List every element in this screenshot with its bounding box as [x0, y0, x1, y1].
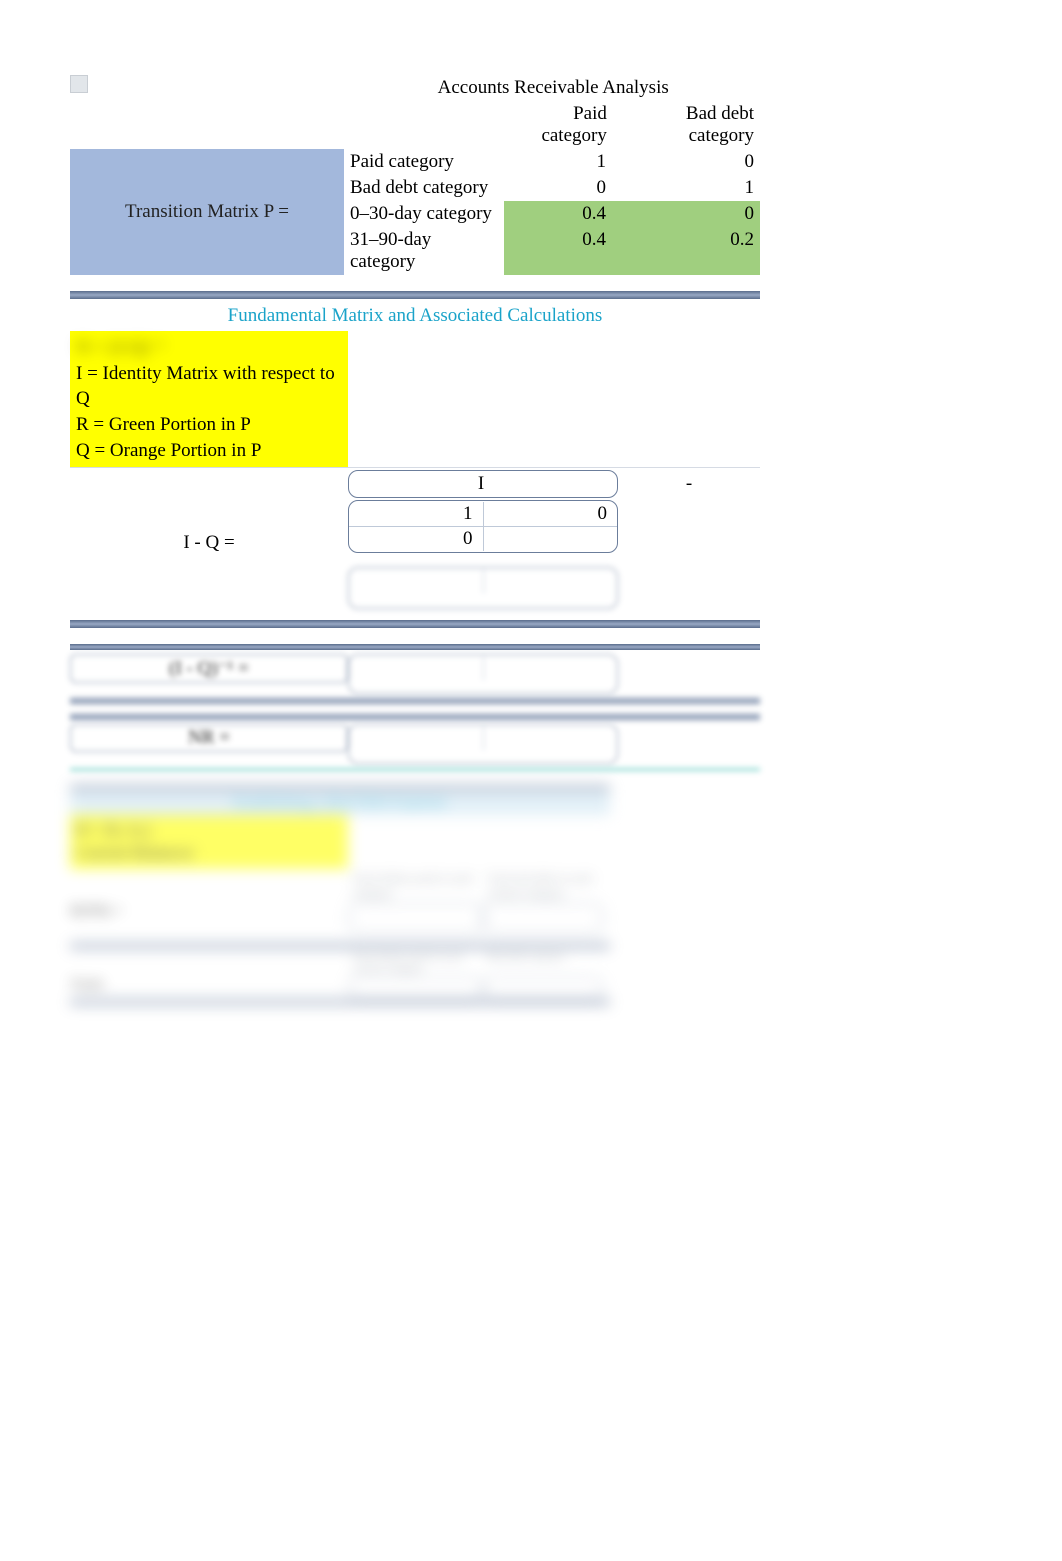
p-rowlabel: 31–90-day category [344, 227, 504, 275]
iq-label: I - Q = [70, 468, 348, 618]
p-rowlabel: 0–30-day category [344, 201, 504, 227]
totals-header-2: Bad debt expense [483, 949, 603, 977]
spacer [346, 101, 505, 149]
p-val-green: 0.2 [612, 227, 760, 275]
p-col-header-2: Bad debt category [613, 101, 760, 149]
matrix-i-header: I [348, 470, 618, 498]
p-row-0-30: 0–30-day category 0.4 0 [344, 201, 760, 227]
note-line: B = [b₁ b₂] [76, 819, 342, 842]
matrix-nr [348, 724, 618, 764]
spacer [70, 101, 346, 149]
fundamental-matrix-title: Fundamental Matrix and Associated Calcul… [70, 301, 760, 331]
p-val: 1 [504, 149, 612, 175]
p-matrix-body: Transition Matrix P = Paid category 1 0 … [70, 149, 760, 275]
matrix-cell: 1 [349, 502, 484, 527]
inverse-row: (I - Q)⁻¹ = [70, 650, 760, 698]
matrix-cell [484, 527, 618, 551]
notes-block-2: B = [b₁ b₂] Current Balances [70, 815, 348, 869]
bnr-label: B(NR) = [70, 903, 348, 933]
notes-block-1: N = (I-Q)⁻¹ I = Identity Matrix with res… [70, 331, 348, 467]
nr-row: NR = [70, 720, 760, 768]
matrix-iq-result [348, 567, 618, 609]
iq-header-row: I - [348, 470, 760, 498]
nr-label: NR = [70, 724, 348, 752]
notes-row-1: N = (I-Q)⁻¹ I = Identity Matrix with res… [70, 331, 760, 467]
p-row-paid: Paid category 1 0 [344, 149, 760, 175]
p-val: 1 [612, 175, 760, 201]
p-rowlabel: Bad debt category [344, 175, 504, 201]
p-rowlabel: Paid category [344, 149, 504, 175]
note-line: R = Green Portion in P [76, 412, 342, 438]
p-matrix-label: Transition Matrix P = [70, 149, 344, 275]
bad-debt-section: Establishing a Bad Debt Expense B = [b₁ … [70, 785, 610, 1005]
section-underline [70, 768, 760, 771]
p-val: 0 [612, 149, 760, 175]
matrix-cell: 0 [484, 502, 618, 527]
worksheet: Accounts Receivable Analysis Paid catego… [70, 75, 760, 1005]
matrix-inverse [348, 654, 618, 694]
page-title: Accounts Receivable Analysis [346, 75, 760, 101]
section-divider [70, 698, 760, 704]
note-line: Current Balances [76, 842, 342, 865]
title-row: Accounts Receivable Analysis [70, 75, 760, 101]
matrix-i: 1 0 0 [348, 500, 618, 553]
bnr-header-2: Total bad debt in each current category [483, 869, 603, 903]
p-val-green: 0.4 [504, 201, 612, 227]
iq-block: I - Q = I - 1 0 0 [70, 467, 760, 618]
bnr-header-1: Total dollars paid in each category [348, 869, 483, 903]
matrix-cell: 0 [349, 527, 484, 551]
p-column-headers: Paid category Bad debt category [70, 101, 760, 149]
p-val: 0 [504, 175, 612, 201]
totals-label: Totals [70, 977, 348, 999]
bad-debt-title: Establishing a Bad Debt Expense [70, 791, 610, 815]
note-line: I = Identity Matrix with respect to Q [76, 361, 342, 412]
note-line: Q = Orange Portion in P [76, 438, 342, 464]
section-divider [70, 620, 760, 628]
matrix-header-i: I [349, 472, 617, 496]
p-val-green: 0.4 [504, 227, 612, 275]
inverse-label: (I - Q)⁻¹ = [70, 654, 348, 683]
section-divider [70, 291, 760, 299]
totals-header-1: Total dollars paid in each current categ… [348, 949, 483, 977]
spacer [70, 75, 346, 101]
p-row-31-90: 31–90-day category 0.4 0.2 [344, 227, 760, 275]
p-row-baddebt: Bad debt category 0 1 [344, 175, 760, 201]
note-line: N = (I-Q)⁻¹ [76, 335, 342, 361]
minus-sign: - [618, 473, 760, 495]
p-col-header-1: Paid category [505, 101, 612, 149]
p-val-green: 0 [612, 201, 760, 227]
